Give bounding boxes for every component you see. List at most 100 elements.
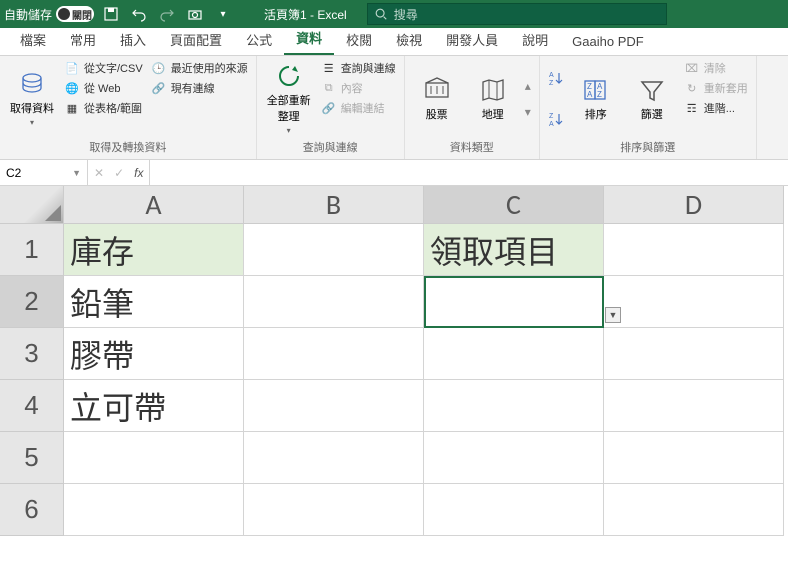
fx-icon[interactable]: fx [134, 166, 143, 180]
row-header[interactable]: 6 [0, 484, 64, 536]
ribbon-group-queries: 全部重新整理 ▾ ☰查詢與連線 ⧉內容 🔗編輯連結 查詢與連線 [257, 56, 405, 159]
tab-常用[interactable]: 常用 [58, 24, 108, 55]
cell-C4[interactable] [424, 380, 604, 432]
cell-B6[interactable] [244, 484, 424, 536]
recent-sources-button[interactable]: 🕒最近使用的來源 [151, 60, 248, 76]
autosave-toggle[interactable]: 自動儲存 關閉 [4, 6, 94, 23]
queries-connections-button[interactable]: ☰查詢與連線 [321, 60, 396, 76]
undo-icon[interactable] [130, 5, 148, 23]
sort-button[interactable]: ZAAZ 排序 [572, 60, 620, 137]
cell-D4[interactable] [604, 380, 784, 432]
cancel-icon[interactable]: ✕ [94, 166, 104, 180]
tab-檔案[interactable]: 檔案 [8, 24, 58, 55]
scroll-down-icon[interactable]: ▾ [525, 105, 531, 119]
tab-資料[interactable]: 資料 [284, 22, 334, 55]
row-header[interactable]: 1 [0, 224, 64, 276]
column-header[interactable]: C [424, 186, 604, 224]
from-table-button[interactable]: ▦從表格/範圍 [64, 100, 143, 116]
cell-D1[interactable] [604, 224, 784, 276]
refresh-icon [275, 62, 303, 90]
sort-asc-button[interactable]: AZ [548, 70, 564, 86]
get-data-button[interactable]: 取得資料 ▾ [8, 60, 56, 137]
svg-text:A: A [549, 72, 554, 79]
list-icon: ☰ [321, 60, 337, 76]
tab-說明[interactable]: 說明 [510, 24, 560, 55]
select-all-corner[interactable] [0, 186, 64, 224]
cell-B3[interactable] [244, 328, 424, 380]
tab-公式[interactable]: 公式 [234, 24, 284, 55]
refresh-all-button[interactable]: 全部重新整理 ▾ [265, 60, 313, 137]
tab-開發人員[interactable]: 開發人員 [434, 24, 510, 55]
stocks-button[interactable]: 股票 [413, 60, 461, 137]
svg-text:Z: Z [549, 80, 554, 86]
cell-C1[interactable]: 領取項目 [424, 224, 604, 276]
column-header[interactable]: D [604, 186, 784, 224]
row-header[interactable]: 3 [0, 328, 64, 380]
search-input[interactable]: 搜尋 [367, 3, 667, 25]
svg-text:Z: Z [549, 113, 554, 120]
cell-B2[interactable] [244, 276, 424, 328]
advanced-filter-button[interactable]: ☶進階... [684, 100, 748, 116]
cell-B1[interactable] [244, 224, 424, 276]
cell-C2[interactable]: ▼ [424, 276, 604, 328]
redo-icon[interactable] [158, 5, 176, 23]
cell-C3[interactable] [424, 328, 604, 380]
name-box-dropdown-icon[interactable]: ▼ [72, 168, 81, 178]
formula-input[interactable] [150, 160, 788, 185]
reapply-icon: ↻ [684, 80, 700, 96]
globe-icon: 🌐 [64, 80, 80, 96]
from-web-button[interactable]: 🌐從 Web [64, 80, 143, 96]
cell-D3[interactable] [604, 328, 784, 380]
sort-desc-button[interactable]: ZA [548, 111, 564, 127]
cell-B5[interactable] [244, 432, 424, 484]
reapply-button[interactable]: ↻重新套用 [684, 80, 748, 96]
qat-more-icon[interactable]: ▾ [214, 5, 232, 23]
properties-button[interactable]: ⧉內容 [321, 80, 396, 96]
cell-A3[interactable]: 膠帶 [64, 328, 244, 380]
ribbon-tabs: 檔案常用插入頁面配置公式資料校閱檢視開發人員說明Gaaiho PDF [0, 28, 788, 56]
cell-A4[interactable]: 立可帶 [64, 380, 244, 432]
cell-D2[interactable] [604, 276, 784, 328]
tab-檢視[interactable]: 檢視 [384, 24, 434, 55]
tab-Gaaiho PDF[interactable]: Gaaiho PDF [560, 28, 656, 55]
from-text-csv-button[interactable]: 📄從文字/CSV [64, 60, 143, 76]
name-box[interactable]: C2 ▼ [0, 160, 88, 185]
edit-links-button[interactable]: 🔗編輯連結 [321, 100, 396, 116]
cell-A6[interactable] [64, 484, 244, 536]
column-header[interactable]: A [64, 186, 244, 224]
cell-A1[interactable]: 庫存 [64, 224, 244, 276]
tab-插入[interactable]: 插入 [108, 24, 158, 55]
existing-connections-button[interactable]: 🔗現有連線 [151, 80, 248, 96]
advanced-icon: ☶ [684, 100, 700, 116]
clear-filter-button[interactable]: ⌧清除 [684, 60, 748, 76]
column-header[interactable]: B [244, 186, 424, 224]
group-label: 排序與篩選 [548, 137, 748, 157]
ribbon: 取得資料 ▾ 📄從文字/CSV 🌐從 Web ▦從表格/範圍 🕒最近使用的來源 … [0, 56, 788, 160]
ribbon-group-sort-filter: AZ ZA ZAAZ 排序 篩選 ⌧清除 ↻重新套用 ☶進階... 排序與篩選 [540, 56, 757, 159]
tab-校閱[interactable]: 校閱 [334, 24, 384, 55]
cell-A5[interactable] [64, 432, 244, 484]
ribbon-group-data-types: 股票 地理 ▴ ▾ 資料類型 [405, 56, 540, 159]
properties-icon: ⧉ [321, 80, 337, 96]
spreadsheet-grid: ABCD 1庫存 領取項目 2鉛筆 ▼ 3膠帶4立可帶56 [0, 186, 788, 536]
row-header[interactable]: 2 [0, 276, 64, 328]
cell-D6[interactable] [604, 484, 784, 536]
save-icon[interactable] [102, 5, 120, 23]
cell-B4[interactable] [244, 380, 424, 432]
formula-bar: C2 ▼ ✕ ✓ fx [0, 160, 788, 186]
row-header[interactable]: 5 [0, 432, 64, 484]
filter-button[interactable]: 篩選 [628, 60, 676, 137]
cell-A2[interactable]: 鉛筆 [64, 276, 244, 328]
camera-icon[interactable] [186, 5, 204, 23]
sort-desc-icon: ZA [548, 111, 564, 127]
cell-D5[interactable] [604, 432, 784, 484]
enter-icon[interactable]: ✓ [114, 166, 124, 180]
tab-頁面配置[interactable]: 頁面配置 [158, 24, 234, 55]
cell-C5[interactable] [424, 432, 604, 484]
geography-button[interactable]: 地理 [469, 60, 517, 137]
scroll-up-icon[interactable]: ▴ [525, 79, 531, 93]
row-header[interactable]: 4 [0, 380, 64, 432]
cell-C6[interactable] [424, 484, 604, 536]
svg-text:Z: Z [597, 90, 602, 99]
edit-link-icon: 🔗 [321, 100, 337, 116]
